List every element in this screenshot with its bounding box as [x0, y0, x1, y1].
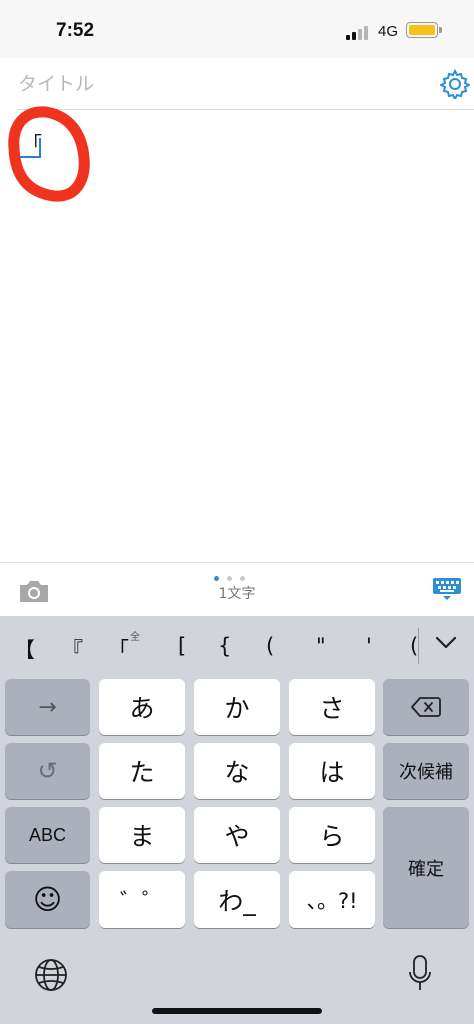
candidate-5[interactable]: {: [218, 634, 231, 658]
candidate-fullwidth-label: 全: [130, 632, 140, 643]
arrow-right-key[interactable]: →: [5, 679, 90, 735]
punctuation-key[interactable]: 、。?!: [289, 871, 375, 928]
camera-icon[interactable]: [18, 578, 50, 604]
key-a[interactable]: あ: [99, 679, 185, 735]
candidate-separator: [418, 628, 419, 664]
key-ka[interactable]: か: [194, 679, 280, 735]
status-time: 7:52: [56, 20, 95, 41]
key-ta[interactable]: た: [99, 743, 185, 799]
red-circle-annotation: [8, 106, 90, 202]
confirm-key[interactable]: 確定: [383, 807, 469, 928]
backspace-key[interactable]: [383, 679, 469, 735]
network-type: 4G: [378, 23, 399, 40]
globe-icon[interactable]: [34, 958, 68, 992]
candidate-6[interactable]: (: [266, 634, 274, 658]
candidate-2[interactable]: 「: [108, 634, 129, 664]
key-ma[interactable]: ま: [99, 807, 185, 863]
abc-key[interactable]: ABC: [5, 807, 90, 863]
gear-icon[interactable]: [438, 68, 472, 102]
emoji-key[interactable]: ☺: [5, 871, 90, 928]
microphone-icon[interactable]: [408, 954, 432, 994]
next-candidate-key[interactable]: 次候補: [383, 743, 469, 799]
key-na[interactable]: な: [194, 743, 280, 799]
key-ha[interactable]: は: [289, 743, 375, 799]
undo-key[interactable]: ↺: [5, 743, 90, 799]
candidate-0[interactable]: 【: [14, 634, 35, 664]
candidate-7[interactable]: ": [316, 634, 326, 658]
title-input[interactable]: [18, 70, 418, 98]
backspace-icon: [411, 697, 441, 717]
page-dots: [214, 566, 254, 581]
candidate-4[interactable]: [: [178, 634, 186, 658]
dakuten-key[interactable]: ゛゜: [99, 871, 185, 928]
key-wa[interactable]: わ_: [194, 871, 280, 928]
battery-icon: [406, 22, 442, 38]
candidate-bar: 【 『 「 全 [ { ( " ' (: [0, 620, 474, 672]
candidate-1[interactable]: 『: [62, 634, 83, 664]
candidate-8[interactable]: ': [366, 634, 372, 658]
chevron-down-icon[interactable]: [432, 632, 460, 654]
signal-icon: [346, 24, 372, 40]
candidate-9[interactable]: (: [410, 634, 418, 658]
key-sa[interactable]: さ: [289, 679, 375, 735]
key-ra[interactable]: ら: [289, 807, 375, 863]
character-count: 1文字: [218, 586, 256, 602]
keyboard-icon[interactable]: [432, 576, 462, 602]
key-ya[interactable]: や: [194, 807, 280, 863]
home-indicator[interactable]: [152, 1008, 322, 1014]
